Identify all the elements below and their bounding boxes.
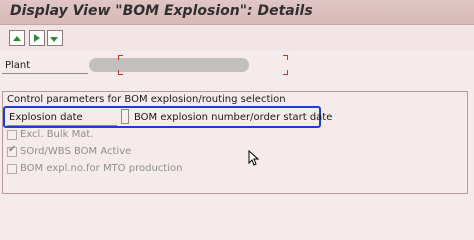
required-corner-marker [118,55,123,60]
plant-label: Plant [5,60,31,71]
bom-expl-mto-label: BOM expl.no.for MTO production [20,163,183,174]
checkmark-icon: ✔ [8,144,17,155]
checkbox-box [7,164,17,174]
next-icon[interactable] [29,30,45,46]
export-icon[interactable] [47,30,63,46]
plant-label-underline [2,73,88,74]
checkbox-box: ✔ [7,144,17,157]
create-icon[interactable] [9,30,25,46]
window-title: Display View "BOM Explosion": Details [10,3,313,19]
checkbox-box [7,130,17,140]
required-corner-marker [283,55,288,60]
explosion-date-input[interactable] [121,109,129,124]
sord-wbs-bom-active-label: SOrd/WBS BOM Active [20,146,132,157]
explosion-date-underline [7,125,117,126]
explosion-date-label: Explosion date [9,112,83,123]
required-corner-marker [118,70,123,75]
plant-input[interactable] [118,55,288,75]
application-toolbar [0,25,474,51]
mouse-cursor-icon [248,150,260,166]
required-corner-marker [283,70,288,75]
excl-bulk-mat-label: Excl. Bulk Mat. [20,129,94,140]
title-bar: Display View "BOM Explosion": Details [0,0,474,25]
control-parameters-title: Control parameters for BOM explosion/rou… [7,94,286,105]
explosion-date-hint: BOM explosion number/order start date [134,112,333,123]
